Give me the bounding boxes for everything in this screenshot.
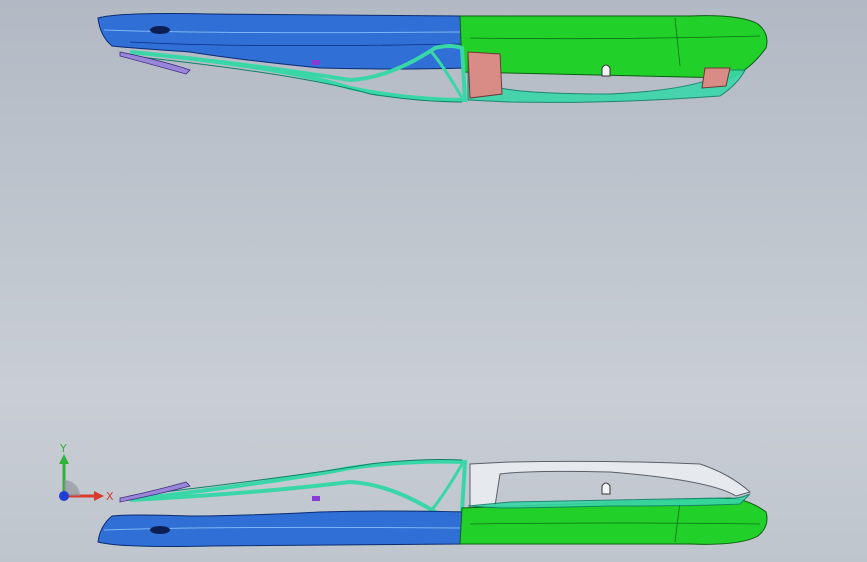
x-axis-label: X [106, 490, 114, 503]
latch-top [601, 64, 611, 77]
bracket-top-rear [701, 67, 731, 89]
latch-bottom [601, 482, 611, 495]
front-hole-bottom [150, 526, 170, 534]
axis-triad: Y X [59, 442, 114, 503]
clip-bottom [312, 496, 320, 501]
graphics-viewport[interactable]: Y X [0, 0, 867, 562]
clip-top [312, 60, 320, 65]
origin-icon [59, 491, 69, 501]
y-axis-label: Y [59, 442, 67, 455]
bracket-top [467, 51, 503, 99]
front-hole-top [150, 26, 170, 34]
part-top-view[interactable] [90, 8, 780, 113]
part-bottom-view[interactable] [90, 450, 780, 555]
